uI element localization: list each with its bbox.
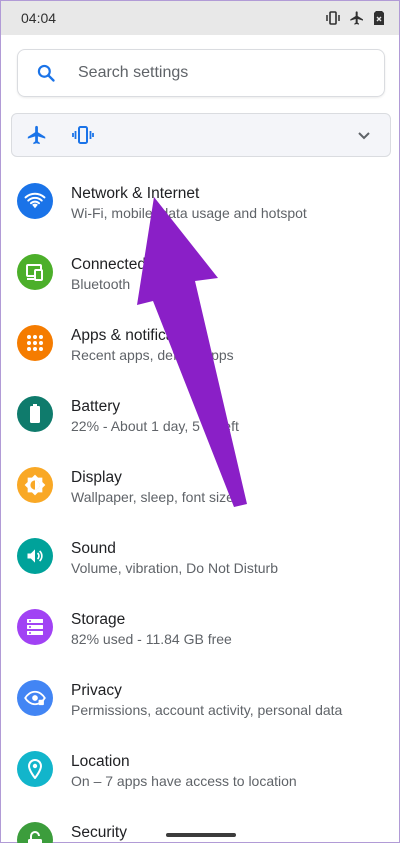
search-bar[interactable]: Search settings <box>17 49 385 97</box>
settings-list: Network & Internet Wi-Fi, mobile, data u… <box>1 166 399 843</box>
settings-item-subtitle: Volume, vibration, Do Not Disturb <box>71 560 278 576</box>
settings-item-apps[interactable]: Apps & notifications Recent apps, defaul… <box>1 308 399 379</box>
airplane-icon <box>349 10 365 26</box>
gesture-nav-handle[interactable] <box>166 833 236 837</box>
settings-item-title: Security <box>71 824 127 841</box>
brightness-icon <box>17 467 53 503</box>
battery-icon <box>17 396 53 432</box>
volume-icon <box>17 538 53 574</box>
settings-item-title: Apps & notifications <box>71 327 208 344</box>
settings-item-battery[interactable]: Battery 22% - About 1 day, 5 hr left <box>1 379 399 450</box>
vibrate-icon <box>325 11 341 25</box>
airplane-icon[interactable] <box>26 124 72 146</box>
settings-item-privacy[interactable]: Privacy Permissions, account activity, p… <box>1 663 399 734</box>
settings-item-location[interactable]: Location On – 7 apps have access to loca… <box>1 734 399 805</box>
settings-item-subtitle: Permissions, account activity, personal … <box>71 702 343 718</box>
quick-suggestions-bar[interactable] <box>11 113 391 157</box>
privacy-eye-icon <box>17 680 53 716</box>
devices-icon <box>17 254 53 290</box>
settings-item-subtitle: Wi-Fi, mobile, data usage and hotspot <box>71 205 307 221</box>
apps-grid-icon <box>17 325 53 361</box>
settings-item-storage[interactable]: Storage 82% used - 11.84 GB free <box>1 592 399 663</box>
settings-item-subtitle: Bluetooth <box>71 276 131 292</box>
settings-item-title: Sound <box>71 540 116 557</box>
status-time: 04:04 <box>21 10 57 26</box>
no-sim-icon <box>373 10 385 26</box>
settings-item-subtitle: 82% used - 11.84 GB free <box>71 631 232 647</box>
location-pin-icon <box>17 751 53 787</box>
settings-item-title: Location <box>71 753 130 770</box>
settings-item-display[interactable]: Display Wallpaper, sleep, font size <box>1 450 399 521</box>
chevron-down-icon[interactable] <box>356 127 372 148</box>
settings-item-title: Storage <box>71 611 126 628</box>
storage-icon <box>17 609 53 645</box>
lock-icon <box>17 822 53 843</box>
settings-item-connected-devices[interactable]: Connected devices Bluetooth <box>1 237 399 308</box>
settings-item-subtitle: On – 7 apps have access to location <box>71 773 297 789</box>
settings-item-network[interactable]: Network & Internet Wi-Fi, mobile, data u… <box>1 166 399 237</box>
status-bar: 04:04 <box>1 1 399 35</box>
settings-item-title: Network & Internet <box>71 185 200 202</box>
search-icon <box>18 63 74 83</box>
settings-item-title: Battery <box>71 398 121 415</box>
wifi-icon <box>17 183 53 219</box>
settings-item-title: Privacy <box>71 682 122 699</box>
settings-item-title: Display <box>71 469 122 486</box>
settings-item-sound[interactable]: Sound Volume, vibration, Do Not Disturb <box>1 521 399 592</box>
settings-item-subtitle: Recent apps, default apps <box>71 347 234 363</box>
vibrate-icon[interactable] <box>72 125 118 145</box>
settings-item-subtitle: Wallpaper, sleep, font size <box>71 489 234 505</box>
search-placeholder: Search settings <box>78 64 189 81</box>
settings-item-title: Connected devices <box>71 256 203 273</box>
settings-item-security[interactable]: Security <box>1 805 399 843</box>
settings-item-subtitle: 22% - About 1 day, 5 hr left <box>71 418 239 434</box>
